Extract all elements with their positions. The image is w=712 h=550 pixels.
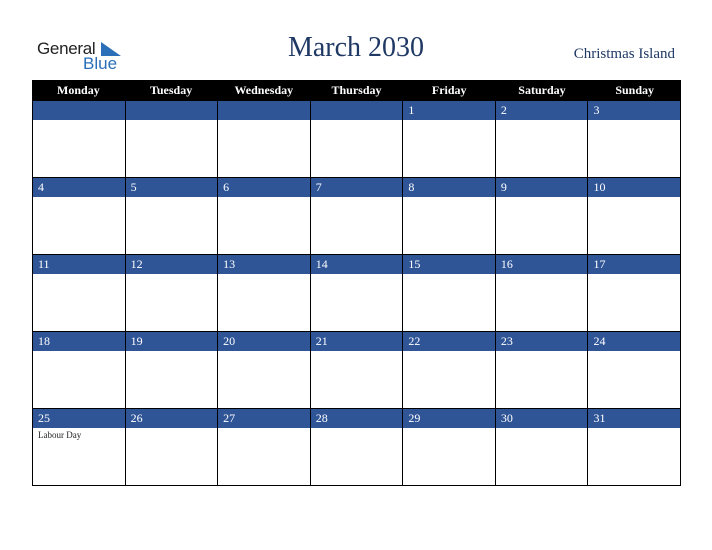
day-cell-28[interactable]: 28 — [310, 409, 404, 486]
day-number: 21 — [310, 332, 403, 351]
calendar-grid: Monday Tuesday Wednesday Thursday Friday Satu… — [32, 80, 682, 486]
empty-day-cell[interactable] — [125, 101, 219, 178]
day-cell-5[interactable]: 5 — [125, 178, 219, 255]
day-number: 2 — [495, 101, 588, 120]
day-cell-14[interactable]: 14 — [310, 255, 404, 332]
day-number: 4 — [33, 178, 125, 197]
weeks-container: 1 2 3 4 5 6 7 8 9 10 11 12 13 14 15 16 17 18 19 20 21 22 23 24 2… — [32, 101, 682, 486]
day-number: 25 — [33, 409, 125, 428]
day-cell-6[interactable]: 6 — [218, 178, 311, 255]
day-number: 20 — [218, 332, 310, 351]
day-number: 18 — [33, 332, 125, 351]
day-cell-1[interactable]: 1 — [403, 101, 496, 178]
day-number: 12 — [125, 255, 218, 274]
day-number: 15 — [403, 255, 495, 274]
weekday-thursday: Thursday — [331, 83, 382, 97]
day-cell-12[interactable]: 12 — [125, 255, 219, 332]
weekday-friday: Friday — [431, 83, 467, 97]
day-cell-25[interactable]: 25 Labour Day — [32, 409, 126, 486]
day-cell-3[interactable]: 3 — [588, 101, 682, 178]
week-row: 4 5 6 7 8 9 10 — [32, 178, 682, 255]
weekday-wednesday: Wednesday — [234, 83, 294, 97]
week-row: 25 Labour Day 26 27 28 29 30 31 — [32, 409, 682, 486]
weekday-sunday: Sunday — [615, 83, 655, 97]
day-cell-7[interactable]: 7 — [310, 178, 404, 255]
holiday-label: Labour Day — [38, 430, 82, 440]
day-cell-22[interactable]: 22 — [403, 332, 496, 409]
week-row: 18 19 20 21 22 23 24 — [32, 332, 682, 409]
day-cell-4[interactable]: 4 — [32, 178, 126, 255]
day-number: 6 — [218, 178, 310, 197]
day-number: 27 — [218, 409, 310, 428]
day-number — [218, 101, 310, 120]
weekday-monday: Monday — [57, 83, 100, 97]
day-number: 23 — [495, 332, 588, 351]
week-row: 11 12 13 14 15 16 17 — [32, 255, 682, 332]
day-number: 22 — [403, 332, 495, 351]
day-cell-21[interactable]: 21 — [310, 332, 404, 409]
day-cell-20[interactable]: 20 — [218, 332, 311, 409]
day-number: 10 — [588, 178, 681, 197]
day-cell-16[interactable]: 16 — [495, 255, 589, 332]
day-number: 16 — [495, 255, 588, 274]
weekday-tuesday: Tuesday — [149, 83, 193, 97]
day-cell-10[interactable]: 10 — [588, 178, 682, 255]
day-number: 19 — [125, 332, 218, 351]
day-cell-24[interactable]: 24 — [588, 332, 682, 409]
day-cell-30[interactable]: 30 — [495, 409, 589, 486]
day-number: 9 — [495, 178, 588, 197]
day-number: 7 — [310, 178, 403, 197]
day-number: 8 — [403, 178, 495, 197]
day-cell-26[interactable]: 26 — [125, 409, 219, 486]
day-number — [310, 101, 403, 120]
day-number: 1 — [403, 101, 495, 120]
day-number: 31 — [588, 409, 681, 428]
day-number: 24 — [588, 332, 681, 351]
day-number: 14 — [310, 255, 403, 274]
day-cell-27[interactable]: 27 — [218, 409, 311, 486]
day-number: 26 — [125, 409, 218, 428]
day-cell-17[interactable]: 17 — [588, 255, 682, 332]
day-cell-15[interactable]: 15 — [403, 255, 496, 332]
weekday-header: Monday Tuesday Wednesday Thursday Friday Satu… — [32, 80, 681, 101]
day-number: 5 — [125, 178, 218, 197]
day-number: 3 — [588, 101, 681, 120]
day-cell-18[interactable]: 18 — [32, 332, 126, 409]
day-number: 30 — [495, 409, 588, 428]
day-cell-23[interactable]: 23 — [495, 332, 589, 409]
day-number: 11 — [33, 255, 125, 274]
empty-day-cell[interactable] — [32, 101, 126, 178]
day-cell-13[interactable]: 13 — [218, 255, 311, 332]
empty-day-cell[interactable] — [310, 101, 404, 178]
day-cell-31[interactable]: 31 — [588, 409, 682, 486]
day-number: 17 — [588, 255, 681, 274]
day-cell-2[interactable]: 2 — [495, 101, 589, 178]
day-cell-8[interactable]: 8 — [403, 178, 496, 255]
week-row: 123 — [32, 101, 682, 178]
day-number — [33, 101, 125, 120]
weekday-saturday: Saturday — [518, 83, 566, 97]
empty-day-cell[interactable] — [218, 101, 311, 178]
day-number — [125, 101, 218, 120]
day-cell-11[interactable]: 11 — [32, 255, 126, 332]
day-number: 29 — [403, 409, 495, 428]
day-number: 13 — [218, 255, 310, 274]
day-cell-9[interactable]: 9 — [495, 178, 589, 255]
day-number: 28 — [310, 409, 403, 428]
day-cell-29[interactable]: 29 — [403, 409, 496, 486]
day-cell-19[interactable]: 19 — [125, 332, 219, 409]
region-label: Christmas Island — [573, 46, 675, 62]
